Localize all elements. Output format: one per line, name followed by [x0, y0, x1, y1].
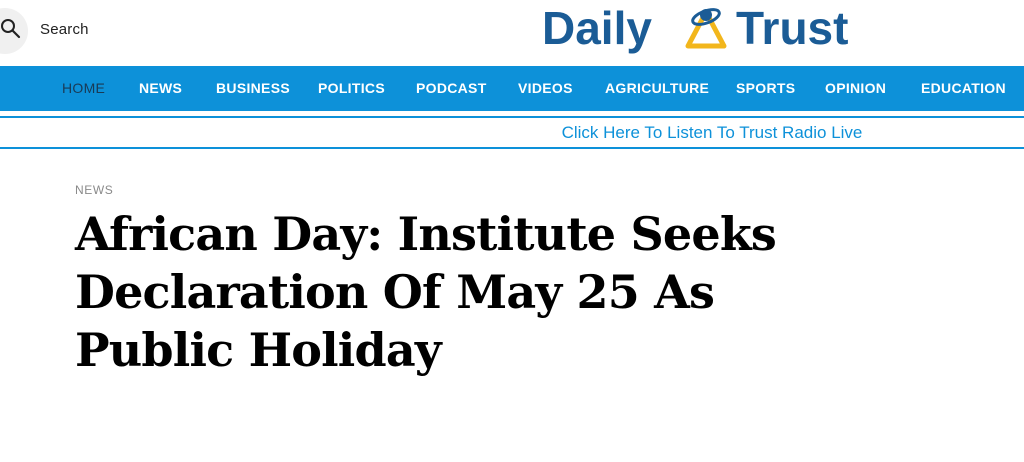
main-nav: HOME NEWS BUSINESS POLITICS PODCAST VIDE… [0, 66, 1024, 111]
trust-radio-link[interactable]: Click Here To Listen To Trust Radio Live [0, 119, 1024, 147]
nav-opinion[interactable]: OPINION [825, 66, 886, 111]
article-category[interactable]: NEWS [75, 183, 113, 197]
nav-podcast[interactable]: PODCAST [416, 66, 487, 111]
radio-divider-top [0, 116, 1024, 118]
nav-education[interactable]: EDUCATION [921, 66, 1006, 111]
search-icon[interactable] [0, 18, 22, 40]
top-header: Search Daily Trust [0, 0, 1024, 64]
nav-news[interactable]: NEWS [139, 66, 182, 111]
nav-business[interactable]: BUSINESS [216, 66, 290, 111]
nav-videos[interactable]: VIDEOS [518, 66, 573, 111]
nav-politics[interactable]: POLITICS [318, 66, 385, 111]
nav-agriculture[interactable]: AGRICULTURE [605, 66, 709, 111]
radio-divider-bottom [0, 147, 1024, 149]
logo-word-trust: Trust [736, 2, 848, 54]
daily-trust-logo[interactable]: Daily Trust [540, 0, 885, 62]
search-label[interactable]: Search [40, 21, 89, 38]
nav-home[interactable]: HOME [62, 66, 105, 111]
nav-sports[interactable]: SPORTS [736, 66, 795, 111]
logo-word-daily: Daily [542, 2, 652, 54]
article-headline: African Day: Institute Seeks Declaration… [75, 207, 777, 377]
logo-globe-icon [685, 8, 727, 49]
